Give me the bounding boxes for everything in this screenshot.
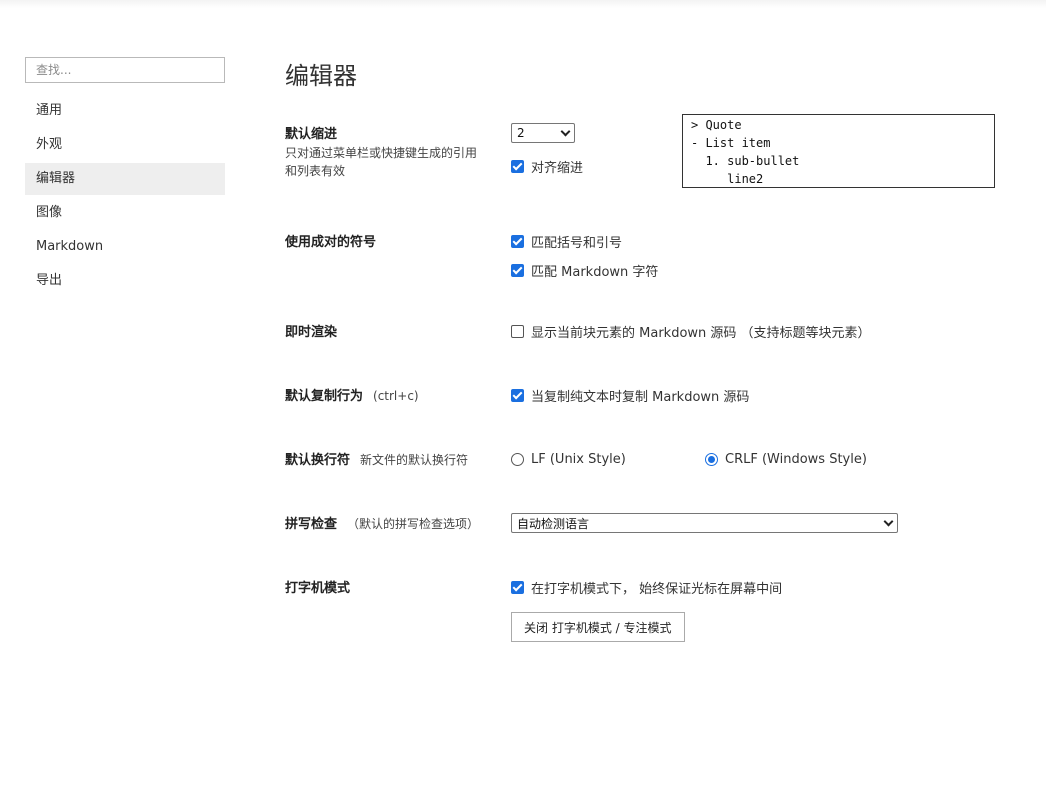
- checkbox-unchecked-icon: [511, 324, 524, 338]
- indent-preview: > Quote - List item 1. sub-bullet line2: [682, 114, 995, 188]
- setting-label-hint: （默认的拼写检查选项）: [347, 517, 480, 531]
- setting-label-hint: 新文件的默认换行符: [360, 453, 469, 467]
- lf-radio[interactable]: LF (Unix Style): [511, 449, 626, 469]
- setting-label: 默认复制行为 (ctrl+c): [285, 385, 419, 404]
- checkbox-label: 在打字机模式下， 始终保证光标在屏幕中间: [531, 581, 783, 597]
- window-top-strip: [0, 0, 1046, 8]
- setting-label: 默认缩进: [285, 127, 338, 142]
- match-brackets-checkbox[interactable]: 匹配括号和引号: [511, 231, 658, 251]
- spell-check-select[interactable]: 自动检测语言: [511, 513, 898, 533]
- setting-label: 默认换行符 新文件的默认换行符: [285, 449, 468, 468]
- setting-label-text: 拼写检查: [285, 517, 338, 532]
- typewriter-center-checkbox[interactable]: 在打字机模式下， 始终保证光标在屏幕中间: [511, 577, 782, 597]
- match-markdown-checkbox[interactable]: 匹配 Markdown 字符: [511, 260, 658, 280]
- chevron-down-icon: [560, 126, 571, 136]
- radio-label: CRLF (Windows Style): [725, 451, 867, 467]
- setting-label: 打字机模式: [285, 581, 351, 596]
- setting-label: 即时渲染: [285, 325, 338, 340]
- spell-check-select-value: 自动检测语言: [517, 516, 590, 531]
- radio-unselected-icon: [511, 452, 524, 466]
- checkbox-checked-icon: [511, 234, 524, 248]
- checkbox-checked-icon: [511, 388, 524, 402]
- sidebar-item-markdown[interactable]: Markdown: [25, 231, 225, 263]
- setting-label: 使用成对的符号: [285, 235, 377, 250]
- checkbox-checked-icon: [511, 159, 524, 173]
- checkbox-label: 当复制纯文本时复制 Markdown 源码: [531, 389, 750, 405]
- page-title: 编辑器: [285, 62, 357, 90]
- checkbox-label: 匹配括号和引号: [531, 235, 623, 251]
- settings-nav: 通用 外观 编辑器 图像 Markdown 导出: [25, 95, 225, 297]
- chevron-down-icon: [883, 516, 894, 526]
- radio-selected-icon: [705, 452, 718, 466]
- setting-label-text: 默认换行符: [285, 453, 351, 468]
- align-indent-checkbox[interactable]: 对齐缩进: [511, 156, 583, 176]
- show-markdown-source-checkbox[interactable]: 显示当前块元素的 Markdown 源码 （支持标题等块元素）: [511, 321, 871, 341]
- checkbox-label: 匹配 Markdown 字符: [531, 264, 659, 280]
- sidebar-item-export[interactable]: 导出: [25, 265, 225, 297]
- crlf-radio[interactable]: CRLF (Windows Style): [705, 449, 867, 469]
- radio-label: LF (Unix Style): [531, 451, 626, 467]
- sidebar-item-image[interactable]: 图像: [25, 197, 225, 229]
- setting-description: 只对通过菜单栏或快捷键生成的引用和列表有效: [285, 146, 478, 178]
- close-typewriter-focus-button[interactable]: 关闭 打字机模式 / 专注模式: [511, 612, 685, 642]
- search-input[interactable]: [25, 57, 225, 83]
- checkbox-checked-icon: [511, 580, 524, 594]
- copy-markdown-checkbox[interactable]: 当复制纯文本时复制 Markdown 源码: [511, 385, 749, 405]
- setting-label-text: 默认复制行为: [285, 389, 364, 404]
- sidebar-item-appearance[interactable]: 外观: [25, 129, 225, 161]
- indent-select-value: 2: [517, 126, 525, 140]
- sidebar-item-editor[interactable]: 编辑器: [25, 163, 225, 195]
- checkbox-label: 对齐缩进: [531, 160, 584, 176]
- settings-sidebar: 通用 外观 编辑器 图像 Markdown 导出: [25, 57, 225, 299]
- setting-label-hint: (ctrl+c): [373, 389, 419, 403]
- setting-label: 拼写检查 （默认的拼写检查选项）: [285, 513, 479, 532]
- indent-select[interactable]: 2: [511, 123, 575, 143]
- checkbox-label: 显示当前块元素的 Markdown 源码 （支持标题等块元素）: [531, 325, 871, 341]
- checkbox-checked-icon: [511, 263, 524, 277]
- sidebar-item-general[interactable]: 通用: [25, 95, 225, 127]
